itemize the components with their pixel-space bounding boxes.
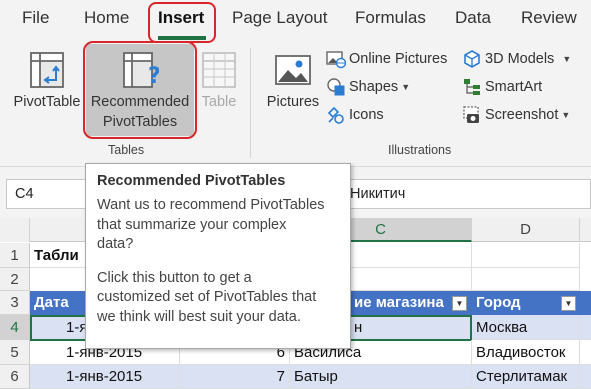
smartart-icon: [464, 79, 480, 95]
column-header-d[interactable]: D: [472, 218, 580, 242]
recommended-pivot-highlight: [83, 41, 197, 139]
3d-models-label: 3D Models: [485, 51, 555, 67]
shapes-icon: [327, 78, 345, 96]
screenshot-button[interactable]: Screenshot ▼: [462, 104, 570, 126]
cell-city-6[interactable]: Стерлитамак: [472, 365, 580, 389]
filter-dropdown-icon[interactable]: ▼: [561, 296, 576, 311]
tab-formulas[interactable]: Formulas: [355, 8, 426, 28]
cell-date-6[interactable]: 1-янв-2015: [30, 365, 180, 389]
table-icon: [202, 52, 236, 88]
select-all-corner[interactable]: [0, 218, 30, 242]
cell-next-5[interactable]: [580, 340, 591, 365]
tab-file[interactable]: File: [22, 8, 49, 28]
filter-dropdown-icon[interactable]: ▼: [452, 296, 467, 311]
smartart-label: SmartArt: [485, 79, 543, 95]
row-header-6[interactable]: 6: [0, 365, 30, 389]
group-separator: [250, 48, 251, 158]
smartart-button[interactable]: SmartArt: [462, 76, 542, 98]
header-date[interactable]: Дата: [30, 291, 90, 315]
ribbon-tabs: File Home Insert Page Layout Formulas Da…: [0, 0, 591, 43]
header-city-label: Город: [476, 294, 521, 311]
tab-review[interactable]: Review: [521, 8, 577, 28]
icons-icon: [327, 106, 344, 124]
screenshot-dropdown-icon: ▼: [561, 110, 571, 120]
tables-group-label: Tables: [108, 143, 145, 157]
tab-data[interactable]: Data: [455, 8, 491, 28]
header-city[interactable]: Город ▼: [472, 291, 580, 315]
screenshot-label: Screenshot: [485, 107, 559, 123]
online-pictures-label: Online Pictures: [349, 51, 448, 67]
tooltip-paragraph-2: Click this button to get a customized se…: [97, 269, 317, 325]
header-store[interactable]: ие магазина ▼: [350, 291, 472, 315]
tooltip-title: Recommended PivotTables: [97, 173, 286, 189]
recommended-pivottables-tooltip: Recommended PivotTables Want us to recom…: [85, 163, 351, 349]
online-pictures-button[interactable]: Online Pictures: [326, 48, 447, 70]
tab-page-layout[interactable]: Page Layout: [232, 8, 327, 28]
3d-models-button[interactable]: 3D Models ▼: [462, 48, 571, 70]
table-label: Table: [201, 94, 237, 110]
pictures-icon: [275, 55, 311, 85]
cell-d1[interactable]: [472, 243, 580, 268]
pivot-table-button[interactable]: PivotTable: [10, 50, 84, 112]
cell-next-6[interactable]: [580, 365, 591, 389]
3d-models-dropdown-icon: ▼: [562, 54, 572, 64]
header-store-label: ие магазина: [354, 294, 444, 311]
cell-num-6[interactable]: 7: [180, 365, 290, 389]
row-header-1[interactable]: 1: [0, 243, 30, 268]
cell-d2[interactable]: [472, 268, 580, 291]
cell-c2[interactable]: [350, 268, 472, 291]
table-button[interactable]: Table: [196, 50, 242, 112]
cell-store-6[interactable]: Батыр: [290, 365, 472, 389]
header-next[interactable]: [580, 291, 591, 315]
name-box[interactable]: C4: [6, 179, 96, 209]
row-header-2[interactable]: 2: [0, 268, 30, 291]
online-pictures-icon: [326, 51, 346, 69]
tab-home[interactable]: Home: [84, 8, 129, 28]
icons-label: Icons: [349, 107, 384, 123]
row-header-5[interactable]: 5: [0, 340, 30, 365]
pictures-button[interactable]: Pictures: [262, 50, 324, 112]
tooltip-paragraph-1: Want us to recommend PivotTables that su…: [97, 197, 325, 252]
ribbon: File Home Insert Page Layout Formulas Da…: [0, 0, 591, 166]
row-header-4[interactable]: 4: [0, 315, 30, 340]
screenshot-icon: [463, 106, 479, 123]
icons-button[interactable]: Icons: [326, 104, 384, 126]
shapes-dropdown-icon: ▼: [401, 82, 411, 92]
cell-next-4[interactable]: [580, 315, 591, 340]
shapes-label: Shapes: [349, 79, 399, 95]
cell-city-5[interactable]: Владивосток: [472, 340, 580, 365]
cell-city-4[interactable]: Москва: [472, 315, 580, 340]
row-header-3[interactable]: 3: [0, 291, 30, 315]
illustrations-group-label: Illustrations: [388, 143, 452, 157]
pivot-table-icon: [30, 52, 64, 88]
3d-models-icon: [464, 50, 480, 68]
pictures-label: Pictures: [266, 94, 320, 110]
insert-tab-highlight: [148, 2, 216, 43]
pivot-table-label: PivotTable: [13, 94, 81, 110]
shapes-button[interactable]: Shapes ▼: [326, 76, 410, 98]
cell-c1[interactable]: [350, 243, 472, 268]
title-cell[interactable]: Табли: [30, 243, 90, 268]
